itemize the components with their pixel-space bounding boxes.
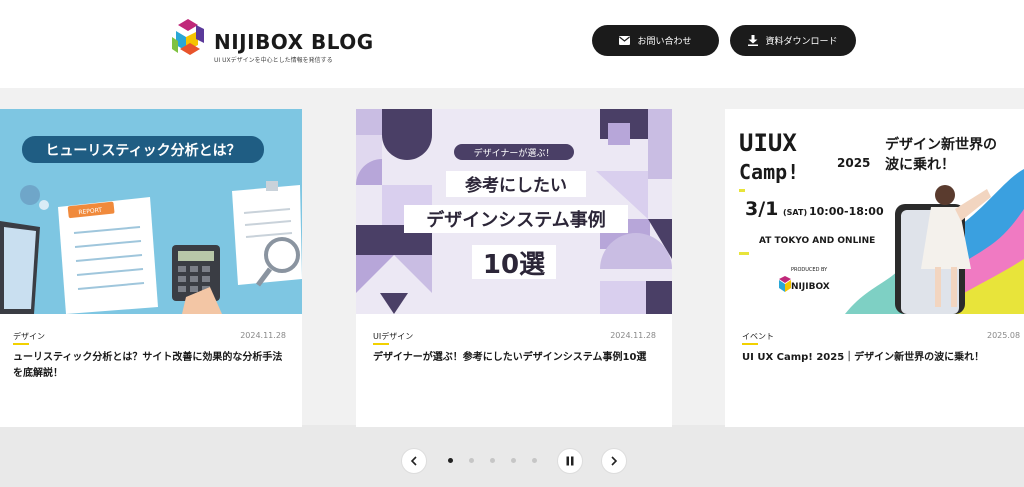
thumb-producer: NIJIBOX (791, 282, 830, 292)
chevron-left-icon (410, 456, 417, 466)
thumb-headline1: デザイン新世界の (885, 136, 997, 153)
article-category[interactable]: イベント (742, 331, 774, 345)
article-date: 2024.11.28 (240, 331, 286, 340)
design-system-illustration: デザイナーが選ぶ！ 参考にしたい デザインシステム事例 10選 (356, 109, 672, 314)
thumb-headline2: 波に乗れ！ (885, 156, 955, 173)
slider-prev-button[interactable] (401, 448, 427, 474)
contact-button[interactable]: お問い合わせ (592, 25, 719, 56)
thumb-date-sat: (SAT) (783, 208, 807, 217)
article-title[interactable]: ューリスティック分析とは？サイト改善に効果的な分析手法を底解説！ (13, 350, 288, 382)
article-thumbnail[interactable]: デザイナーが選ぶ！ 参考にしたい デザインシステム事例 10選 (356, 109, 672, 314)
thumb-line1: 参考にしたい (465, 175, 567, 196)
article-date: 2024.11.28 (610, 331, 656, 340)
article-category[interactable]: UIデザイン (373, 331, 413, 345)
article-title[interactable]: デザイナーが選ぶ！参考にしたいデザインシステム事例10選 (373, 350, 663, 366)
mail-icon (619, 36, 631, 45)
thumb-produced: PRODUCED BY (791, 267, 828, 273)
logo-tagline: UI UXデザインを中心とした情報を発信する (214, 57, 333, 64)
download-button[interactable]: 資料ダウンロード (730, 25, 856, 56)
thumb-text: ヒューリスティック分析とは？ (45, 142, 240, 159)
site-header: NIJIBOX BLOG UI UXデザインを中心とした情報を発信する お問い合… (0, 0, 1024, 85)
article-card[interactable]: UIUX Camp! 2025 デザイン新世界の 波に乗れ！ 3/1 (SAT)… (725, 109, 1024, 427)
logo-cube-icon (172, 19, 204, 55)
slider-dot[interactable] (511, 458, 516, 463)
uiux-camp-illustration: UIUX Camp! 2025 デザイン新世界の 波に乗れ！ 3/1 (SAT)… (725, 109, 1024, 314)
slider-dot[interactable] (469, 458, 474, 463)
article-title[interactable]: UI UX Camp! 2025｜デザイン新世界の波に乗れ！ (742, 350, 1022, 366)
slider-pause-button[interactable] (557, 448, 583, 474)
chevron-right-icon (611, 456, 618, 466)
thumb-line3: 10選 (483, 250, 545, 280)
article-category[interactable]: デザイン (13, 331, 45, 345)
article-thumbnail[interactable]: ヒューリスティック分析とは？ REPORT (0, 109, 302, 314)
contact-button-label: お問い合わせ (637, 37, 692, 47)
pause-icon (566, 456, 574, 466)
thumb-date-main: 3/1 (745, 198, 778, 220)
thumb-place: AT TOKYO AND ONLINE (759, 236, 875, 246)
thumb-logo-line2: Camp! (739, 160, 799, 184)
article-card[interactable]: デザイナーが選ぶ！ 参考にしたい デザインシステム事例 10選 UIデザイン 2… (356, 109, 672, 427)
site-logo[interactable]: NIJIBOX BLOG UI UXデザインを中心とした情報を発信する (170, 17, 390, 65)
article-thumbnail[interactable]: UIUX Camp! 2025 デザイン新世界の 波に乗れ！ 3/1 (SAT)… (725, 109, 1024, 314)
thumb-year: 2025 (837, 156, 870, 170)
slider-dot[interactable] (532, 458, 537, 463)
thumb-line2: デザインシステム事例 (426, 209, 605, 231)
heuristic-analysis-illustration: ヒューリスティック分析とは？ REPORT (0, 109, 302, 314)
slider-next-button[interactable] (601, 448, 627, 474)
thumb-time: 10:00-18:00 (809, 205, 884, 218)
slider-dot[interactable] (448, 458, 453, 463)
thumb-badge: デザイナーが選ぶ！ (474, 147, 555, 159)
thumb-logo-line1: UIUX (739, 129, 797, 157)
logo-title: NIJIBOX BLOG (214, 30, 374, 54)
slider-dot[interactable] (490, 458, 495, 463)
article-date: 2025.08 (987, 331, 1021, 340)
article-card[interactable]: ヒューリスティック分析とは？ REPORT デザイン 2024.11.28 ュー… (0, 109, 302, 427)
download-button-label: 資料ダウンロード (765, 37, 838, 47)
download-icon (748, 35, 759, 46)
